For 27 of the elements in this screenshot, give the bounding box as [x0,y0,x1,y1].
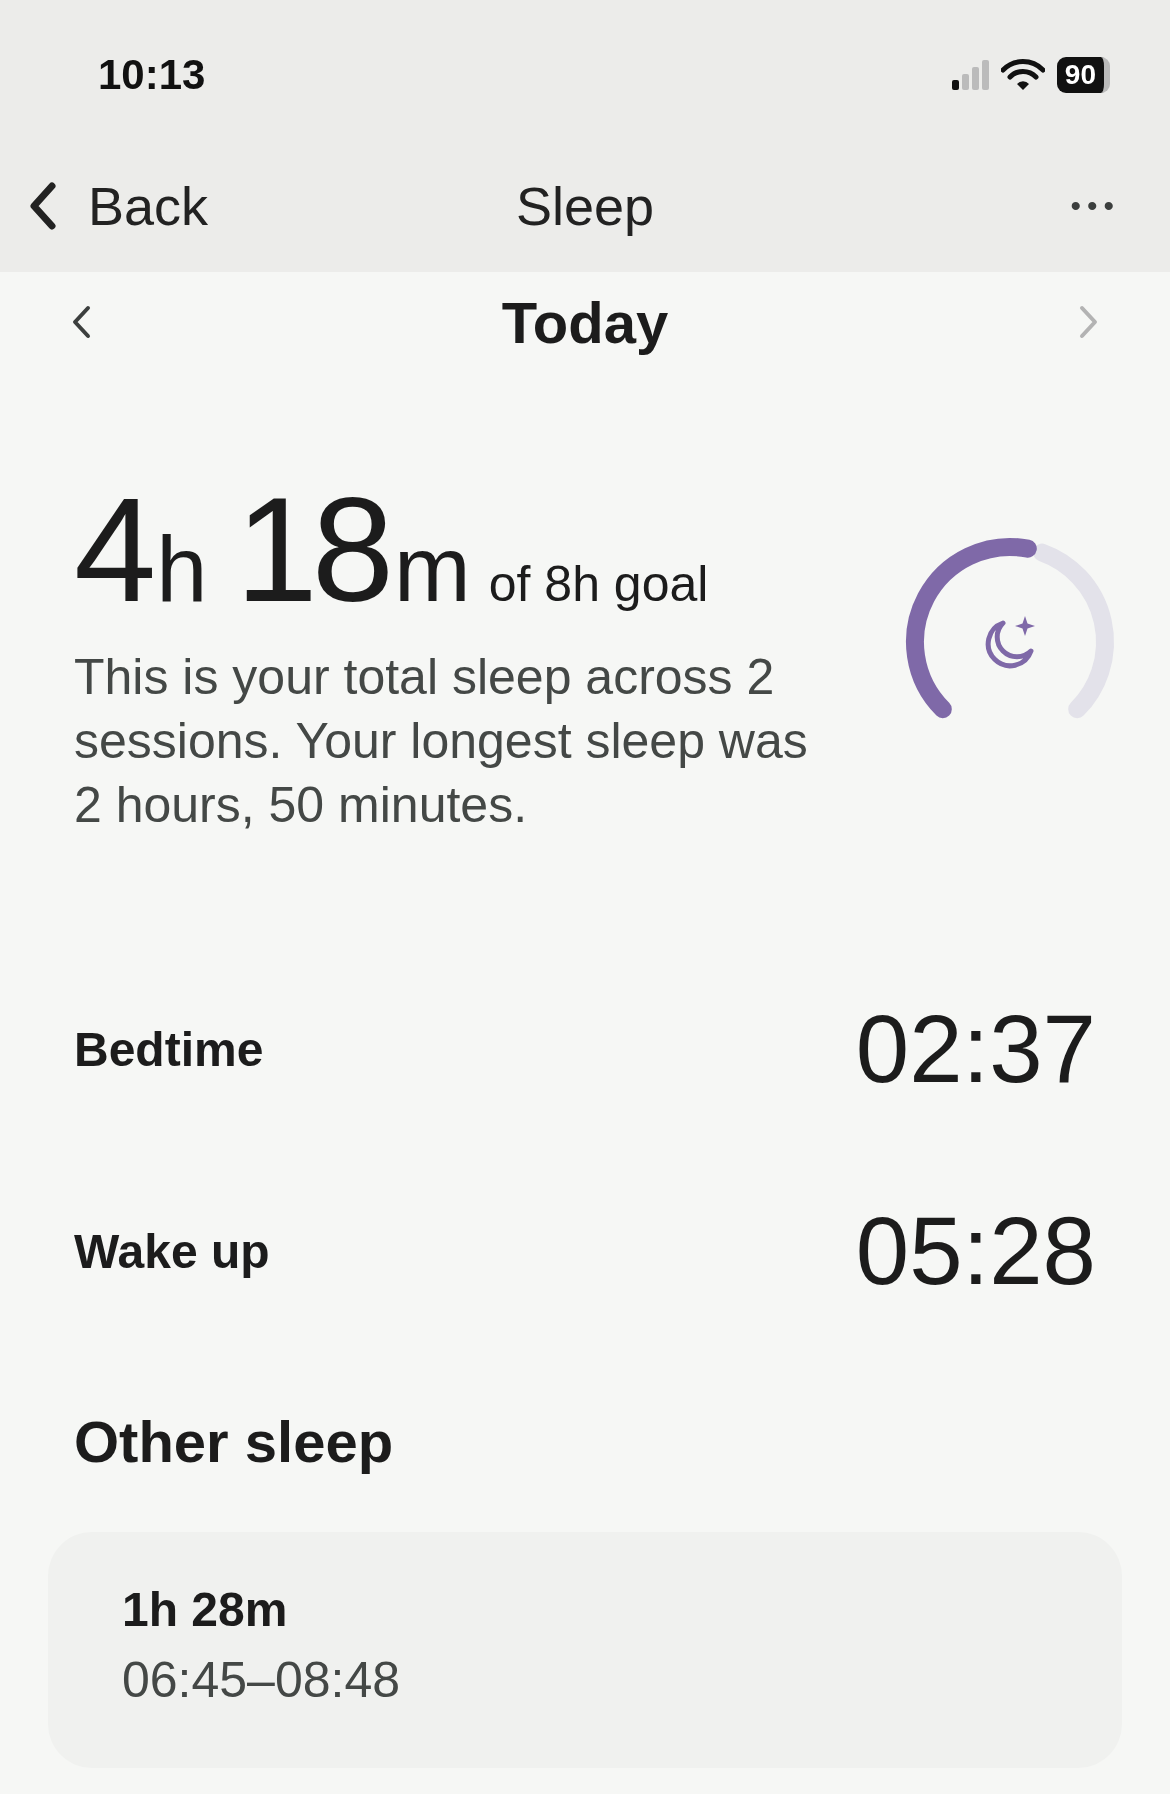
back-chevron-icon [28,182,58,230]
sleep-session-card[interactable]: 1h 28m 06:45–08:48 [48,1532,1122,1768]
screen-title: Sleep [514,175,656,237]
time-value: 05:28 [855,1196,1096,1306]
hours-value: 4 [74,472,151,628]
chevron-left-icon [70,305,92,339]
battery-level: 90 [1064,59,1096,90]
session-time-range: 06:45–08:48 [122,1651,402,1709]
more-button[interactable]: ••• [1070,189,1120,223]
time-value: 02:37 [855,994,1096,1104]
wifi-icon [1000,59,1045,91]
section-heading: Other sleep [73,1408,395,1476]
minutes-value: 18 [235,472,389,628]
moon-icon [985,616,1035,669]
goal-label: of 8h goal [488,555,709,613]
session-duration: 1h 28m [122,1582,289,1637]
status-time: 10:13 [98,50,206,99]
signal-icon [951,60,989,90]
time-label: Wake up [74,1223,270,1279]
chevron-right-icon [1078,305,1100,339]
back-button[interactable]: Back [28,175,209,237]
summary-text: This is your total sleep across 2 sessions. Your longest sleep was 2 hours, 50 minutes. [74,648,809,836]
minutes-unit: m [394,517,471,622]
date-label: Today [501,288,669,356]
time-label: Bedtime [74,1021,264,1077]
previous-day-button[interactable] [70,305,92,339]
hours-unit: h [156,517,208,622]
